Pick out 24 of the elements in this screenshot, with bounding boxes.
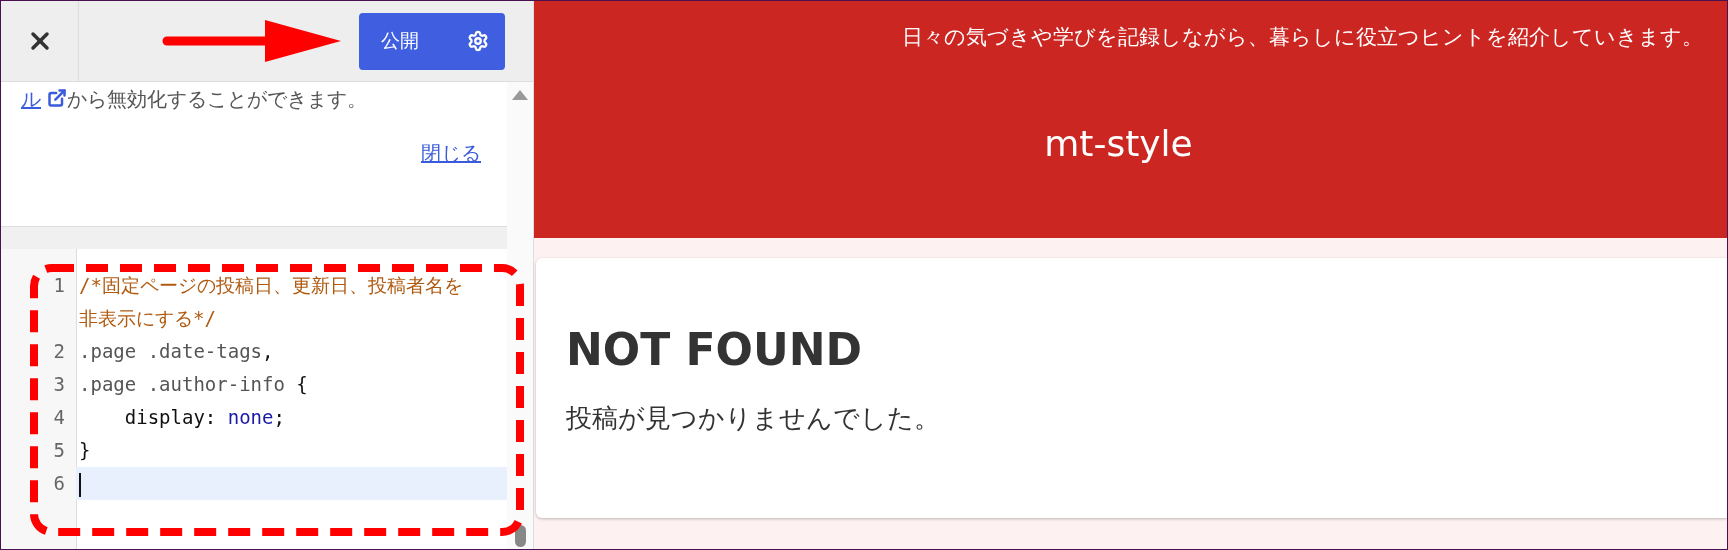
code-line: .page .author-info { bbox=[78, 372, 309, 397]
notice-text: ル から無効化することができます。 bbox=[21, 86, 369, 113]
notice-link[interactable]: ル bbox=[21, 87, 41, 111]
page-heading: NOT FOUND bbox=[566, 324, 864, 375]
code-line: /*固定ページの投稿日、更新日、投稿者名を非表示にする*/ bbox=[78, 273, 464, 331]
external-link-icon bbox=[47, 88, 68, 108]
site-tagline: 日々の気づきや学びを記録しながら、暮らしに役立つヒントを紹介していきます。 bbox=[902, 24, 1703, 51]
not-found-message: 投稿が見つかりませんでした。 bbox=[566, 402, 941, 435]
settings-icon[interactable] bbox=[467, 30, 489, 52]
line-number: 5 bbox=[52, 438, 66, 463]
text-cursor bbox=[79, 472, 81, 497]
scroll-thumb[interactable] bbox=[514, 525, 526, 547]
site-title[interactable]: mt-style bbox=[1044, 123, 1193, 164]
scroll-up-icon[interactable] bbox=[512, 90, 528, 100]
publish-button[interactable]: 公開 bbox=[359, 12, 505, 70]
line-number: 3 bbox=[52, 372, 66, 397]
line-number: 1 bbox=[52, 273, 66, 298]
line-number: 2 bbox=[52, 339, 66, 364]
code-line: display: none; bbox=[123, 405, 286, 430]
line-number: 6 bbox=[52, 471, 66, 496]
line-number: 4 bbox=[52, 405, 66, 430]
close-link[interactable]: 閉じる bbox=[421, 140, 481, 167]
code-line: } bbox=[78, 438, 92, 463]
code-line: .page .date-tags, bbox=[78, 339, 275, 364]
